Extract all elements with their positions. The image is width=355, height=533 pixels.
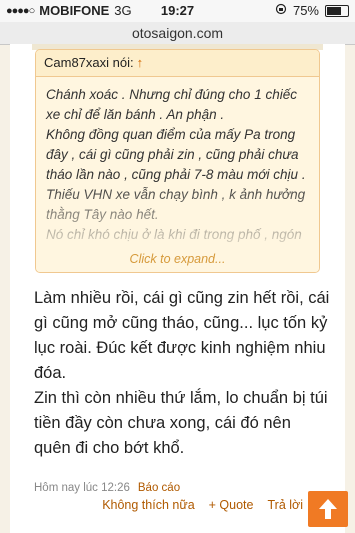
address-bar[interactable]: otosaigon.com	[0, 22, 355, 45]
post-actions: Không thích nữa + Quote Trả lời	[102, 498, 303, 512]
thread-page: Cam87xaxi nói: ↑ Chánh xoác . Nhưng chỉ đ…	[10, 44, 345, 533]
quote-header: Cam87xaxi nói: ↑	[36, 50, 319, 77]
go-to-quoted-post-icon[interactable]: ↑	[137, 55, 144, 70]
quote-body: Chánh xoác . Nhưng chỉ đúng cho 1 chiếc …	[36, 77, 319, 272]
quote-author[interactable]: Cam87xaxi nói:	[44, 55, 134, 70]
expand-quote-link[interactable]: Click to expand...	[36, 252, 319, 266]
scroll-to-top-button[interactable]	[308, 491, 348, 527]
arrow-up-icon	[319, 499, 337, 519]
battery-icon	[325, 4, 349, 17]
reply-link[interactable]: Trả lời	[267, 498, 303, 512]
battery-percent: 75%	[292, 3, 319, 18]
rotation-lock-icon	[275, 3, 287, 18]
post-timestamp[interactable]: Hôm nay lúc 12:26	[34, 482, 130, 494]
post-message: Làm nhiều rồi, cái gì cũng zin hết rồi, …	[34, 289, 330, 457]
unlike-link[interactable]: Không thích nữa	[102, 498, 194, 512]
report-link[interactable]: Báo cáo	[138, 482, 180, 494]
post-meta: Hôm nay lúc 12:26 Báo cáo	[34, 482, 180, 494]
quote-link[interactable]: + Quote	[209, 498, 254, 512]
status-bar: ●●●●○ MOBIFONE 3G 19:27 75%	[0, 0, 355, 22]
quote-block: Cam87xaxi nói: ↑ Chánh xoác . Nhưng chỉ đ…	[35, 49, 320, 273]
